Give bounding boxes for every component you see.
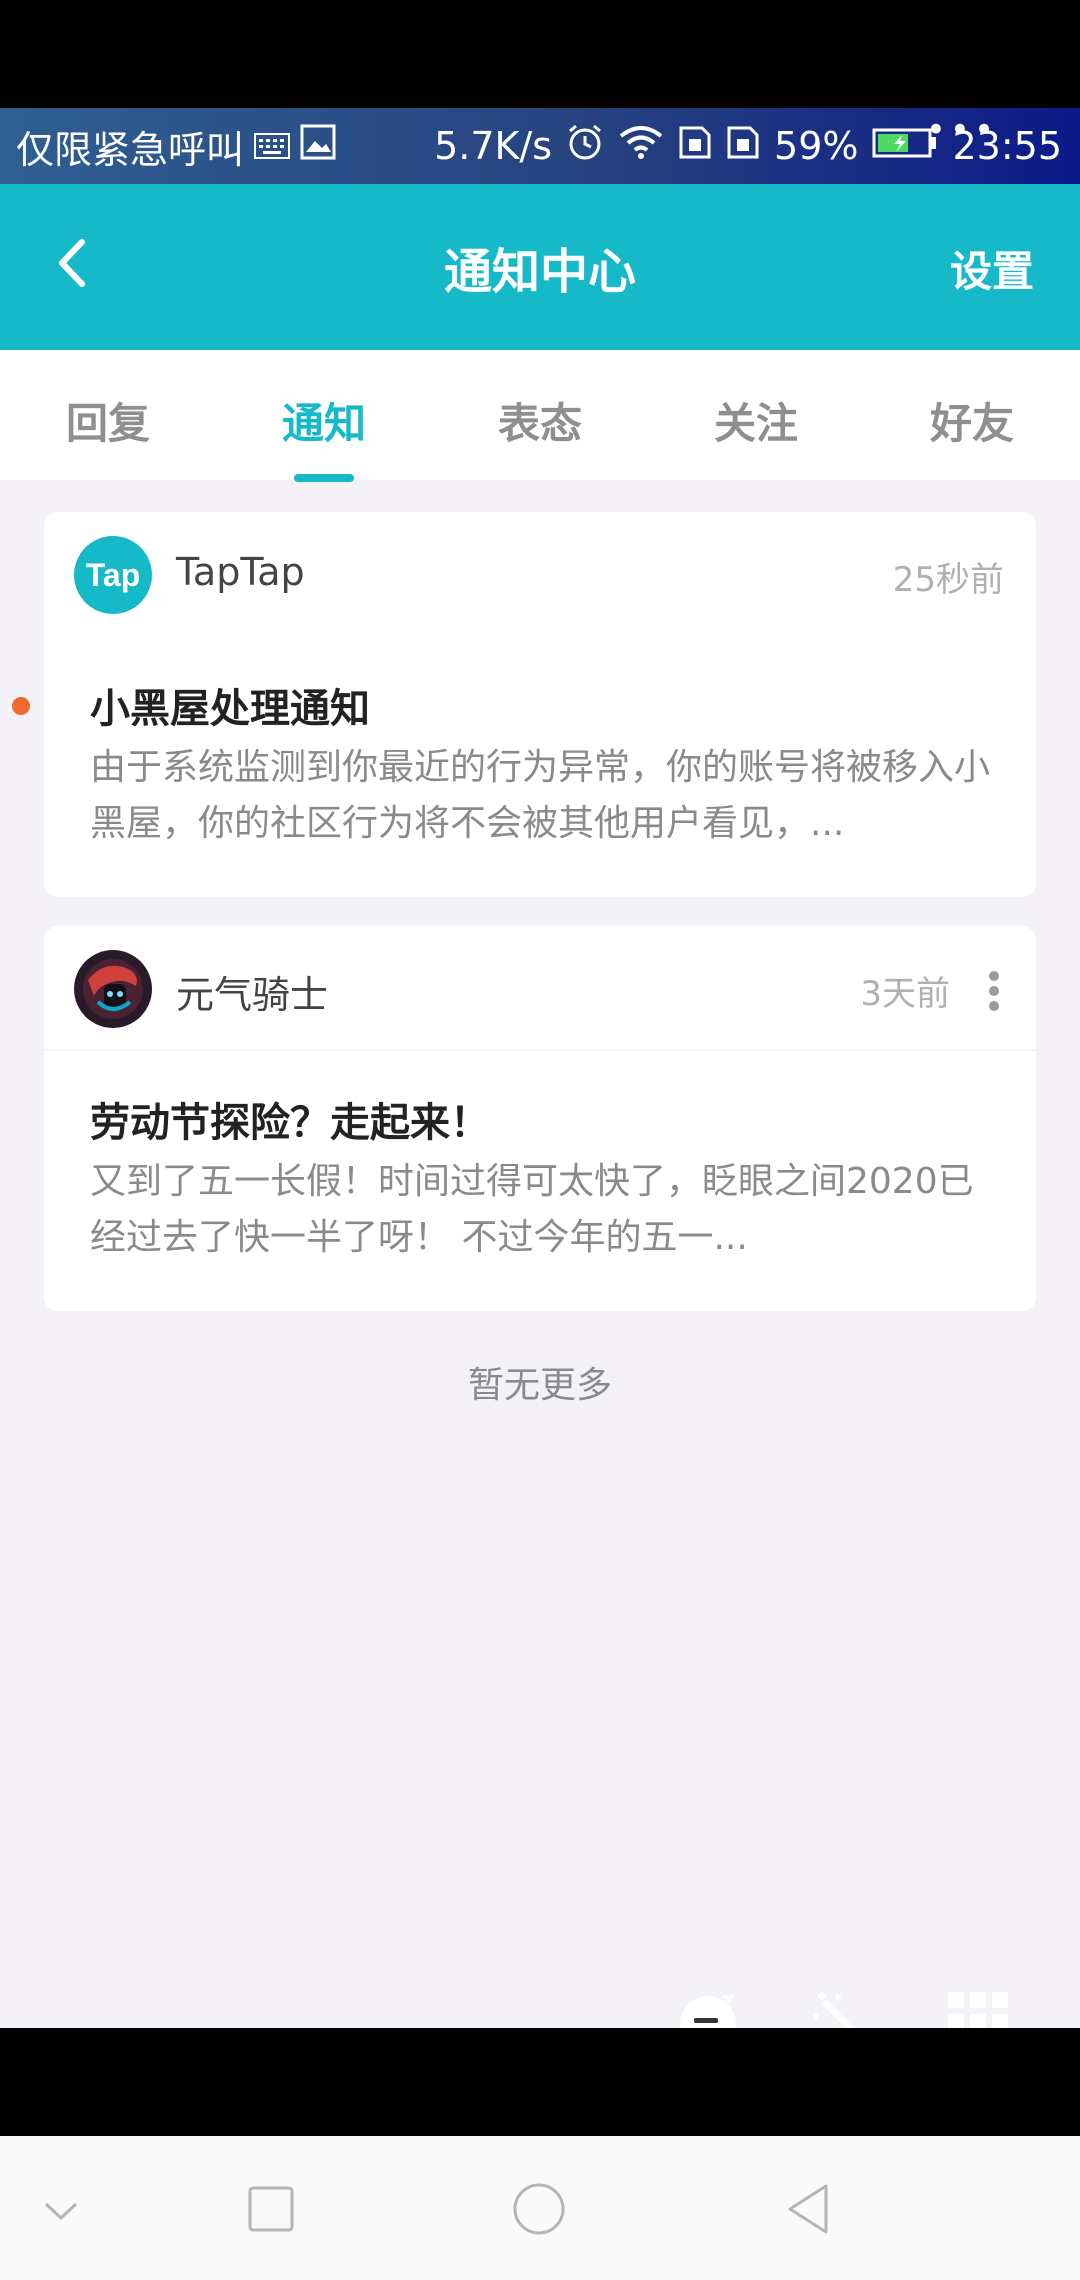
- carrier-text: 仅限紧急呼叫: [16, 127, 245, 172]
- keyboard-icon: [254, 124, 291, 168]
- notification-card[interactable]: Tap TapTap 25秒前 小黑屋处理通知 由于系统监测到你最近的行为异常，…: [44, 512, 1036, 897]
- alarm-icon: [566, 123, 604, 170]
- nav-back-icon[interactable]: [782, 2182, 836, 2236]
- tab-bar: 回复 通知 表态 关注 好友: [0, 350, 1080, 482]
- image-icon: [300, 124, 336, 169]
- divider: [44, 1050, 1036, 1051]
- app-bar: 通知中心 设置: [0, 184, 1080, 350]
- timestamp: 25秒前: [892, 560, 1004, 600]
- settings-button[interactable]: 设置: [950, 238, 1034, 299]
- notification-title: 小黑屋处理通知: [90, 686, 370, 732]
- top-black-bar: [0, 0, 1080, 108]
- status-bar: 仅限紧急呼叫 5.7K/s 59% 23:55: [0, 108, 1080, 184]
- notification-title: 劳动节探险？走起来！: [90, 1100, 490, 1146]
- nav-recents-icon[interactable]: [244, 2182, 298, 2236]
- unread-dot: [12, 697, 30, 715]
- network-speed: 5.7K/s: [434, 124, 553, 168]
- avatar[interactable]: [74, 950, 152, 1028]
- notification-card[interactable]: 元气骑士 3天前 劳动节探险？走起来！ 又到了五一长假！时间过得可太快了，眨眼之…: [44, 926, 1036, 1311]
- nav-collapse-icon[interactable]: [34, 2182, 88, 2236]
- sender-name[interactable]: 元气骑士: [176, 964, 328, 1019]
- black-band: [0, 2028, 1080, 2136]
- page-title: 通知中心: [443, 244, 636, 300]
- notification-body: 又到了五一长假！时间过得可太快了，眨眼之间2020已经过去了快一半了呀！ 不过今…: [90, 1161, 974, 1258]
- system-nav-bar: [0, 2136, 1080, 2280]
- tab-reply[interactable]: 回复: [0, 390, 216, 451]
- tab-following[interactable]: 关注: [648, 390, 864, 451]
- battery-percent: 59%: [774, 124, 859, 168]
- sim-icon: [678, 124, 712, 169]
- tab-reactions[interactable]: 表态: [432, 390, 648, 451]
- more-dots: •••: [925, 110, 998, 150]
- active-tab-indicator: [294, 474, 354, 482]
- timestamp: 3天前: [860, 974, 950, 1014]
- no-more-text: 暂无更多: [467, 1365, 612, 1406]
- wifi-icon: [618, 124, 664, 169]
- tab-notifications[interactable]: 通知: [216, 390, 432, 451]
- notification-body: 由于系统监测到你最近的行为异常，你的账号将被移入小黑屋，你的社区行为将不会被其他…: [90, 747, 991, 844]
- nav-home-icon[interactable]: [512, 2182, 566, 2236]
- sim-icon: [726, 124, 760, 169]
- tab-friends[interactable]: 好友: [864, 390, 1080, 451]
- sender-name[interactable]: TapTap: [176, 550, 305, 594]
- more-vertical-icon[interactable]: [988, 970, 1000, 1012]
- avatar[interactable]: Tap: [74, 536, 152, 614]
